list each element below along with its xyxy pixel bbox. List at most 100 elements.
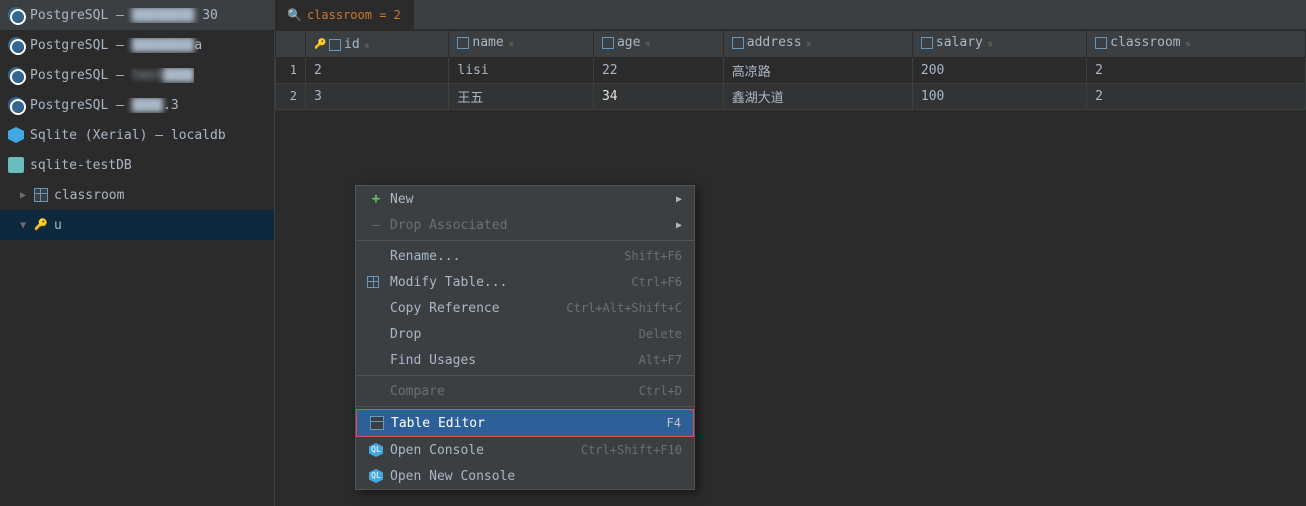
data-grid: 🔑 id ⇅ name ⇅ (275, 30, 1306, 110)
ctx-table-editor[interactable]: Table Editor F4 (356, 409, 694, 437)
salary-type-icon (921, 37, 933, 49)
cell-r1-age[interactable]: 22 (593, 57, 723, 83)
col-classroom-label: classroom (1110, 35, 1180, 50)
ctx-open-new-console-label: Open New Console (390, 469, 515, 484)
ctx-new[interactable]: + New ▶ (356, 186, 694, 212)
col-header-address[interactable]: address ⇅ (723, 31, 912, 58)
sidebar-item-pg2[interactable]: PostgreSQL – ████████a (0, 30, 274, 60)
search-icon: 🔍 (287, 8, 302, 22)
context-menu: + New ▶ — Drop Associated ▶ Rename... Sh… (355, 185, 695, 490)
cell-r1-salary[interactable]: 200 (912, 57, 1086, 83)
sidebar-item-u-table[interactable]: ▼ 🔑 u (0, 210, 274, 240)
col-header-salary[interactable]: salary ⇅ (912, 31, 1086, 58)
sidebar-item-sqlite-xerial[interactable]: Sqlite (Xerial) – localdb (0, 120, 274, 150)
cell-r2-classroom[interactable]: 2 (1087, 83, 1306, 109)
ctx-find-usages-shortcut: Alt+F7 (639, 353, 682, 367)
grid-header-row: 🔑 id ⇅ name ⇅ (276, 31, 1306, 58)
col-header-age[interactable]: age ⇅ (593, 31, 723, 58)
col-name-icons: name ⇅ (457, 35, 516, 50)
open-new-console-icon: QL (368, 468, 384, 484)
ctx-drop-shortcut: Delete (639, 327, 682, 341)
ctx-open-console-label: Open Console (390, 443, 484, 458)
ctx-open-new-console[interactable]: QL Open New Console (356, 463, 694, 489)
row-num-1: 1 (276, 57, 306, 83)
sort-icon-age: ⇅ (645, 39, 653, 47)
classroom-type-icon (1095, 37, 1107, 49)
ctx-copy-reference-label: Copy Reference (390, 301, 500, 316)
cell-r1-classroom[interactable]: 2 (1087, 57, 1306, 83)
ctx-find-usages-label: Find Usages (390, 353, 476, 368)
sidebar-label-classroom: classroom (54, 188, 124, 203)
sort-icon-address: ⇅ (807, 39, 815, 47)
cell-r2-name[interactable]: 王五 (449, 83, 594, 109)
col-name-label: name (472, 35, 503, 50)
ctx-drop[interactable]: Drop Delete (356, 321, 694, 347)
ctx-new-arrow: ▶ (676, 194, 682, 205)
cell-r1-id[interactable]: 2 (306, 57, 449, 83)
col-header-name[interactable]: name ⇅ (449, 31, 594, 58)
find-usages-icon (368, 352, 384, 368)
cell-r1-address[interactable]: 高凉路 (723, 57, 912, 83)
ctx-open-console-shortcut: Ctrl+Shift+F10 (581, 443, 682, 457)
sqlite-icon (8, 127, 24, 143)
compare-icon (368, 383, 384, 399)
copy-reference-icon (368, 300, 384, 316)
ctx-table-editor-shortcut: F4 (667, 416, 681, 430)
ctx-compare-label: Compare (390, 384, 445, 399)
drop-icon (368, 326, 384, 342)
data-grid-container: 🔑 id ⇅ name ⇅ (275, 30, 1306, 110)
table-icon-classroom (34, 188, 48, 202)
ctx-find-usages[interactable]: Find Usages Alt+F7 (356, 347, 694, 373)
col-header-id[interactable]: 🔑 id ⇅ (306, 31, 449, 58)
ctx-modify-table[interactable]: Modify Table... Ctrl+F6 (356, 269, 694, 295)
sidebar-item-sqlite-testdb[interactable]: sqlite-testDB (0, 150, 274, 180)
postgresql-icon-3 (8, 67, 24, 83)
cell-r2-id[interactable]: 3 (306, 83, 449, 109)
ctx-drop-associated[interactable]: — Drop Associated ▶ (356, 212, 694, 238)
main-content: 🔍 classroom = 2 🔑 id ⇅ (275, 0, 1306, 506)
ctx-open-console[interactable]: QL Open Console Ctrl+Shift+F10 (356, 437, 694, 463)
ctx-copy-shortcut: Ctrl+Alt+Shift+C (566, 301, 682, 315)
sort-icon-classroom: ⇅ (1186, 39, 1194, 47)
rename-icon (368, 248, 384, 264)
sort-icon-id: ⇅ (365, 41, 373, 49)
table-row: 1 2 lisi 22 高凉路 200 2 (276, 57, 1306, 83)
tab-filter-label: classroom = 2 (307, 8, 401, 22)
ctx-modify-shortcut: Ctrl+F6 (631, 275, 682, 289)
ctx-copy-reference[interactable]: Copy Reference Ctrl+Alt+Shift+C (356, 295, 694, 321)
sidebar-label-pg4: PostgreSQL – ████.3 (30, 98, 179, 113)
open-console-icon: QL (368, 442, 384, 458)
postgresql-icon (8, 7, 24, 23)
ctx-separator-1 (356, 240, 694, 241)
active-tab[interactable]: 🔍 classroom = 2 (275, 0, 414, 30)
ctx-compare[interactable]: Compare Ctrl+D (356, 378, 694, 404)
ctx-new-label: New (390, 192, 413, 207)
ctx-compare-shortcut: Ctrl+D (639, 384, 682, 398)
col-classroom-icons: classroom ⇅ (1095, 35, 1193, 50)
sidebar-item-pg1[interactable]: PostgreSQL – ████████ 30 (0, 0, 274, 30)
cell-r2-age[interactable]: 34 (593, 83, 723, 109)
col-address-icons: address ⇅ (732, 35, 815, 50)
cell-r2-salary[interactable]: 100 (912, 83, 1086, 109)
col-salary-icons: salary ⇅ (921, 35, 996, 50)
sidebar-item-pg3[interactable]: PostgreSQL – test████ (0, 60, 274, 90)
ctx-drop-associated-label: Drop Associated (390, 218, 507, 233)
ctx-drop-label: Drop (390, 327, 421, 342)
col-header-classroom[interactable]: classroom ⇅ (1087, 31, 1306, 58)
sidebar-label-pg3: PostgreSQL – test████ (30, 68, 194, 83)
col-age-icons: age ⇅ (602, 35, 653, 50)
modify-table-icon (368, 274, 384, 290)
postgresql-icon-4 (8, 97, 24, 113)
cell-r2-address[interactable]: 鑫湖大道 (723, 83, 912, 109)
tab-bar: 🔍 classroom = 2 (275, 0, 1306, 30)
col-address-label: address (747, 35, 802, 50)
age-type-icon (602, 37, 614, 49)
sidebar-label-sqlite-testdb: sqlite-testDB (30, 158, 132, 173)
postgresql-icon-2 (8, 37, 24, 53)
sidebar-label-sqlite-xerial: Sqlite (Xerial) – localdb (30, 128, 226, 143)
sidebar-item-pg4[interactable]: PostgreSQL – ████.3 (0, 90, 274, 120)
sidebar-item-classroom[interactable]: ▶ classroom (0, 180, 274, 210)
cell-r1-name[interactable]: lisi (449, 57, 594, 83)
row-num-2: 2 (276, 83, 306, 109)
ctx-rename[interactable]: Rename... Shift+F6 (356, 243, 694, 269)
